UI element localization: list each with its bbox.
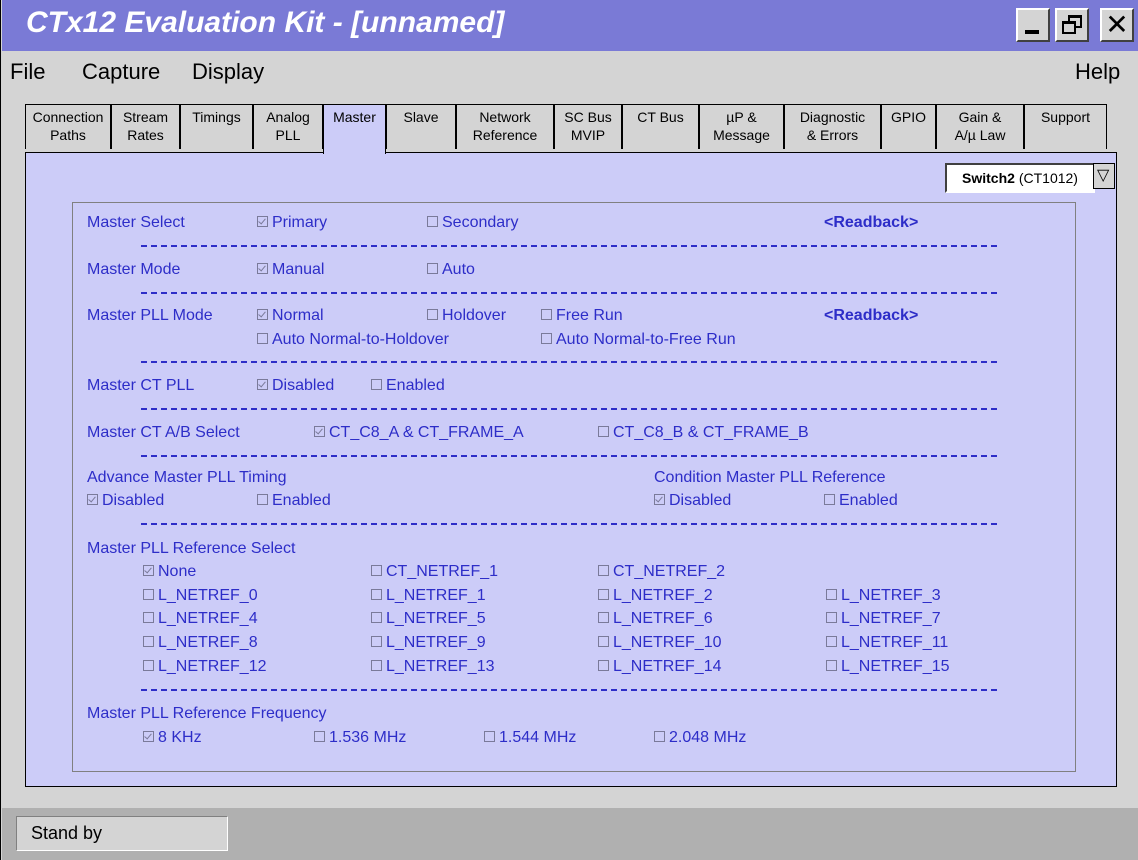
condition-enabled-checkbox[interactable]: Enabled [824,492,898,510]
advance-disabled-checkbox[interactable]: Disabled [87,492,164,510]
tab-network-reference[interactable]: Network Reference [456,104,554,149]
l-netref-13-checkbox[interactable]: L_NETREF_13 [371,658,495,676]
master-mode-label: Master Mode [87,261,181,278]
app-window: CTx12 Evaluation Kit - [unnamed] ✕ File … [0,0,1138,860]
l-netref-2-checkbox[interactable]: L_NETREF_2 [598,587,713,605]
manual-checkbox[interactable]: Manual [257,261,324,279]
separator [141,689,997,691]
switch-dropdown-button[interactable]: ▽ [1093,163,1115,189]
tab-diagnostic-errors[interactable]: Diagnostic & Errors [784,104,881,149]
master-pll-mode-readback: <Readback> [824,307,919,324]
l-netref-10-checkbox[interactable]: L_NETREF_10 [598,634,722,652]
switch-selector[interactable]: Switch2 (CT1012) [945,163,1095,193]
tab-stream-rates[interactable]: Stream Rates [111,104,180,149]
holdover-checkbox[interactable]: Holdover [427,307,506,325]
status-bar: Stand by [2,808,1138,860]
l-netref-14-checkbox[interactable]: L_NETREF_14 [598,658,722,676]
l-netref-5-checkbox[interactable]: L_NETREF_5 [371,610,486,628]
minimize-button[interactable] [1016,8,1050,42]
separator [141,523,997,525]
freq-8khz-checkbox[interactable]: 8 KHz [143,729,202,747]
tab-sc-bus-mvip[interactable]: SC Bus MVIP [554,104,622,149]
tab-timings[interactable]: Timings [180,104,253,149]
status-text: Stand by [16,816,228,851]
menu-help[interactable]: Help [1075,59,1120,85]
master-settings-group [72,202,1076,772]
tab-master[interactable]: Master [323,104,386,154]
restore-button[interactable] [1055,8,1089,42]
free-run-checkbox[interactable]: Free Run [541,307,623,325]
advance-enabled-checkbox[interactable]: Enabled [257,492,331,510]
restore-icon [1057,10,1087,40]
master-ct-ab-label: Master CT A/B Select [87,424,240,441]
ct-netref-2-checkbox[interactable]: CT_NETREF_2 [598,563,725,581]
ct-netref-1-checkbox[interactable]: CT_NETREF_1 [371,563,498,581]
separator [141,455,997,457]
freq-1536-checkbox[interactable]: 1.536 MHz [314,729,406,747]
condition-disabled-checkbox[interactable]: Disabled [654,492,731,510]
chevron-down-icon: ▽ [1097,167,1110,184]
master-select-label: Master Select [87,214,185,231]
freq-2048-checkbox[interactable]: 2.048 MHz [654,729,746,747]
l-netref-8-checkbox[interactable]: L_NETREF_8 [143,634,258,652]
ct-a-checkbox[interactable]: CT_C8_A & CT_FRAME_A [314,424,524,442]
l-netref-15-checkbox[interactable]: L_NETREF_15 [826,658,950,676]
close-icon: ✕ [1105,8,1129,41]
l-netref-6-checkbox[interactable]: L_NETREF_6 [598,610,713,628]
auto-normal-to-holdover-checkbox[interactable]: Auto Normal-to-Holdover [257,331,449,349]
separator [141,292,997,294]
tab-gpio[interactable]: GPIO [881,104,936,149]
ref-freq-label: Master PLL Reference Frequency [87,705,327,722]
window-title: CTx12 Evaluation Kit - [unnamed] [26,6,505,39]
ct-pll-disabled-checkbox[interactable]: Disabled [257,377,334,395]
l-netref-0-checkbox[interactable]: L_NETREF_0 [143,587,258,605]
auto-normal-to-free-run-checkbox[interactable]: Auto Normal-to-Free Run [541,331,736,349]
l-netref-4-checkbox[interactable]: L_NETREF_4 [143,610,258,628]
tab-slave[interactable]: Slave [386,104,456,149]
l-netref-9-checkbox[interactable]: L_NETREF_9 [371,634,486,652]
ref-select-label: Master PLL Reference Select [87,540,296,557]
secondary-checkbox[interactable]: Secondary [427,214,519,232]
primary-checkbox[interactable]: Primary [257,214,327,232]
master-select-readback: <Readback> [824,214,919,231]
ct-pll-enabled-checkbox[interactable]: Enabled [371,377,445,395]
separator [141,245,997,247]
l-netref-3-checkbox[interactable]: L_NETREF_3 [826,587,941,605]
tab-up-message[interactable]: µP & Message [699,104,784,149]
l-netref-7-checkbox[interactable]: L_NETREF_7 [826,610,941,628]
condition-ref-label: Condition Master PLL Reference [654,469,886,486]
menu-display[interactable]: Display [192,59,264,85]
l-netref-12-checkbox[interactable]: L_NETREF_12 [143,658,267,676]
advance-timing-label: Advance Master PLL Timing [87,469,287,486]
tab-support[interactable]: Support [1024,104,1107,149]
ref-none-checkbox[interactable]: None [143,563,196,581]
freq-1544-checkbox[interactable]: 1.544 MHz [484,729,576,747]
close-button[interactable]: ✕ [1100,8,1134,42]
separator [141,408,997,410]
title-bar[interactable]: CTx12 Evaluation Kit - [unnamed] ✕ [2,0,1138,51]
master-ct-pll-label: Master CT PLL [87,377,195,394]
separator [141,361,997,363]
tab-connection-paths[interactable]: Connection Paths [25,104,111,149]
normal-checkbox[interactable]: Normal [257,307,324,325]
minimize-icon [1018,10,1048,40]
tab-analog-pll[interactable]: Analog PLL [253,104,323,149]
l-netref-1-checkbox[interactable]: L_NETREF_1 [371,587,486,605]
master-pll-mode-label: Master PLL Mode [87,307,213,324]
menu-file[interactable]: File [10,59,45,85]
menu-capture[interactable]: Capture [82,59,160,85]
l-netref-11-checkbox[interactable]: L_NETREF_11 [826,634,948,652]
tab-ct-bus[interactable]: CT Bus [622,104,699,149]
auto-checkbox[interactable]: Auto [427,261,475,279]
tab-gain-law[interactable]: Gain & A/µ Law [936,104,1024,149]
ct-b-checkbox[interactable]: CT_C8_B & CT_FRAME_B [598,424,809,442]
menu-bar: File Capture Display Help [2,51,1138,91]
